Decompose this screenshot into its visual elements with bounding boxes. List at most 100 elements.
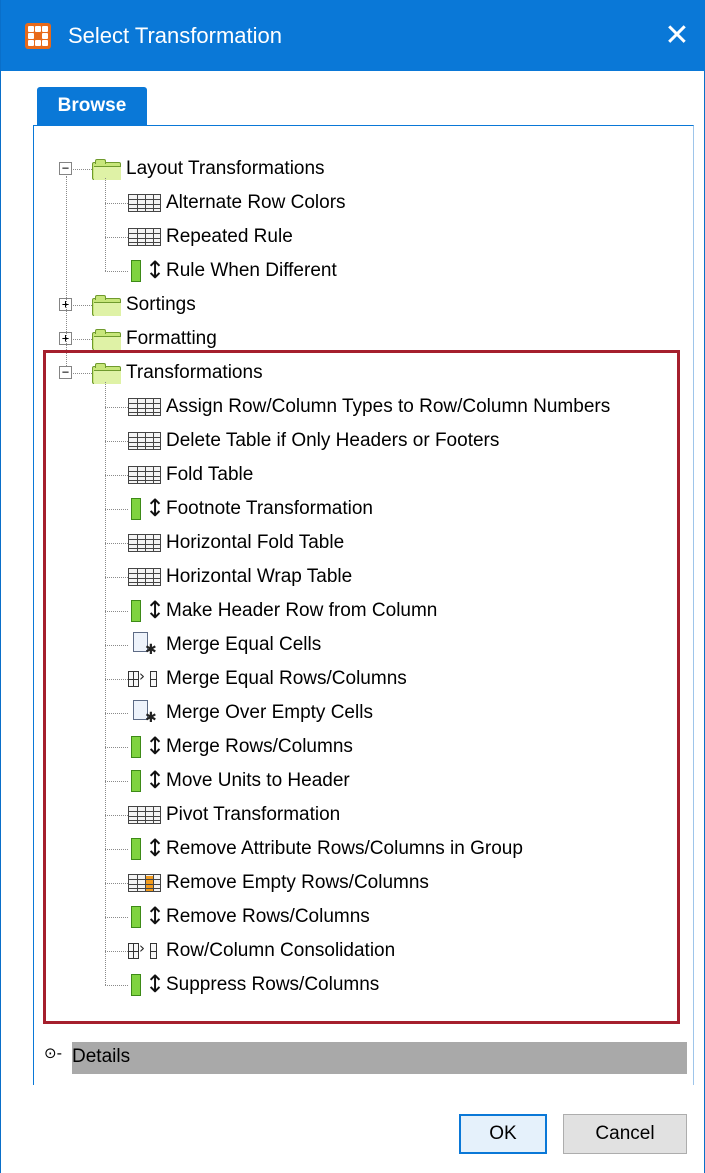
details-toggle[interactable]: ⊙- <box>44 1044 65 1062</box>
tree-item[interactable]: Delete Table if Only Headers or Footers <box>128 426 499 456</box>
tree-item-label: Remove Empty Rows/Columns <box>166 872 429 893</box>
tree-group-2[interactable]: Formatting <box>92 324 217 354</box>
table-icon <box>128 398 161 416</box>
tree-connector <box>73 373 92 374</box>
tree-group-1[interactable]: Sortings <box>92 290 196 320</box>
tree-connector <box>105 883 128 884</box>
tree-connector <box>105 679 128 680</box>
tree-item[interactable]: ↕ Remove Rows/Columns <box>128 902 370 932</box>
rule-icon: ↕ <box>128 970 165 998</box>
tree-item[interactable]: Horizontal Fold Table <box>128 528 344 558</box>
tree-item[interactable]: Fold Table <box>128 460 253 490</box>
rule-icon: ↕ <box>128 596 165 624</box>
folder-icon <box>92 158 121 180</box>
tree-item-label: Remove Attribute Rows/Columns in Group <box>166 838 523 859</box>
tree-connector <box>105 543 128 544</box>
tree-item[interactable]: Repeated Rule <box>128 222 293 252</box>
tree-item[interactable]: ↕ Footnote Transformation <box>128 494 373 524</box>
tree-item-label: Move Units to Header <box>166 770 350 791</box>
table-icon <box>128 432 161 450</box>
tree-item[interactable]: ✱ Merge Equal Cells <box>128 630 321 660</box>
window-title: Select Transformation <box>68 23 282 48</box>
table-highlight-icon <box>128 874 161 892</box>
tree-connector <box>105 407 128 408</box>
tree-group-label: Layout Transformations <box>126 158 325 179</box>
tree-group-0[interactable]: Layout Transformations <box>92 154 325 184</box>
tree-connector <box>105 178 106 271</box>
tree-connector <box>105 917 128 918</box>
tree-item-label: Assign Row/Column Types to Row/Column Nu… <box>166 396 611 417</box>
tree-item-label: Repeated Rule <box>166 226 293 247</box>
tree-connector <box>105 781 128 782</box>
tree-item-label: Make Header Row from Column <box>166 600 438 621</box>
tree-item[interactable]: ↕ Move Units to Header <box>128 766 350 796</box>
tree-item[interactable]: Horizontal Wrap Table <box>128 562 352 592</box>
tree-connector <box>105 611 128 612</box>
merge-icon: › <box>128 939 161 961</box>
tree-item[interactable]: ↕ Merge Rows/Columns <box>128 732 353 762</box>
tree-item-label: Merge Rows/Columns <box>166 736 353 757</box>
tree-item-label: Fold Table <box>166 464 254 485</box>
table-icon <box>128 806 161 824</box>
tree-group-3[interactable]: Transformations <box>92 358 263 388</box>
tree-item-label: Footnote Transformation <box>166 498 373 519</box>
tree-item-label: Alternate Row Colors <box>166 192 346 213</box>
tree-item[interactable]: Assign Row/Column Types to Row/Column Nu… <box>128 392 610 422</box>
tree-item-label: Horizontal Wrap Table <box>166 566 353 587</box>
tree-connector <box>105 985 128 986</box>
tree-group-label: Transformations <box>126 362 263 383</box>
tree-connector <box>105 577 128 578</box>
tree-connector <box>105 509 128 510</box>
tree-item[interactable]: Pivot Transformation <box>128 800 340 830</box>
tree-group-label: Formatting <box>126 328 217 349</box>
rule-icon: ↕ <box>128 766 165 794</box>
close-button[interactable]: ✕ <box>648 0 705 71</box>
tree-connector <box>73 339 92 340</box>
tree-item-label: Remove Rows/Columns <box>166 906 370 927</box>
tab-browse[interactable]: Browse <box>37 87 147 125</box>
tree-connector <box>73 305 92 306</box>
tree-item[interactable]: ✱ Merge Over Empty Cells <box>128 698 373 728</box>
details-bar[interactable]: Details <box>72 1042 687 1074</box>
tree-connector <box>105 237 128 238</box>
rule-icon: ↕ <box>128 732 165 760</box>
tree-connector <box>73 169 92 170</box>
tree-item[interactable]: ↕ Rule When Different <box>128 256 337 286</box>
collapse-expander[interactable]: − <box>59 162 72 175</box>
tree-item-label: Pivot Transformation <box>166 804 341 825</box>
tree-connector <box>105 382 106 985</box>
tree-connector <box>105 713 128 714</box>
tree-item[interactable]: › Merge Equal Rows/Columns <box>128 664 407 694</box>
tree-item-label: Row/Column Consolidation <box>166 940 396 961</box>
tree-item[interactable]: Alternate Row Colors <box>128 188 346 218</box>
collapse-toggle-icon: ⊙- <box>44 1044 62 1062</box>
tree-group-label: Sortings <box>126 294 196 315</box>
table-icon <box>128 228 161 246</box>
tree-connector <box>105 849 128 850</box>
tree-item[interactable]: ↕ Suppress Rows/Columns <box>128 970 379 1000</box>
tree-connector <box>105 475 128 476</box>
tree-item-label: Suppress Rows/Columns <box>166 974 380 995</box>
details-label: Details <box>72 1046 131 1067</box>
document-icon: ✱ <box>128 632 161 658</box>
tree-item[interactable]: › Row/Column Consolidation <box>128 936 395 966</box>
tree-connector <box>105 441 128 442</box>
tree-item-label: Merge Equal Rows/Columns <box>166 668 407 689</box>
tree-item-label: Merge Over Empty Cells <box>166 702 373 723</box>
rule-icon: ↕ <box>128 256 165 284</box>
folder-icon <box>92 294 121 316</box>
cancel-button[interactable]: Cancel <box>563 1114 687 1154</box>
tree-item[interactable]: ↕ Remove Attribute Rows/Columns in Group <box>128 834 523 864</box>
table-icon <box>128 194 161 212</box>
tree-item[interactable]: Remove Empty Rows/Columns <box>128 868 429 898</box>
tree-item-label: Delete Table if Only Headers or Footers <box>166 430 500 451</box>
ok-button[interactable]: OK <box>459 1114 547 1154</box>
tree-item-label: Merge Equal Cells <box>166 634 322 655</box>
tree-connector <box>105 747 128 748</box>
collapse-expander[interactable]: − <box>59 366 72 379</box>
title-bar[interactable]: Select Transformation ✕ <box>1 0 705 71</box>
merge-icon: › <box>128 667 161 689</box>
table-icon <box>128 568 161 586</box>
document-icon: ✱ <box>128 700 161 726</box>
tree-item[interactable]: ↕ Make Header Row from Column <box>128 596 437 626</box>
